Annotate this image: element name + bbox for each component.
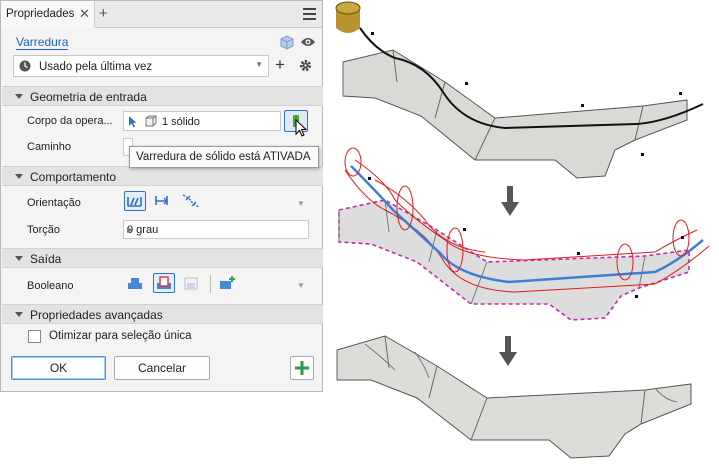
optimize-label: Otimizar para seleção única	[49, 330, 192, 342]
orientation-path-button[interactable]	[124, 191, 146, 211]
orientation-fixed-icon	[155, 196, 168, 205]
section-behavior[interactable]: Comportamento	[2, 166, 323, 186]
properties-panel: Propriedades ✕ + Varredura Usado pela úl…	[0, 0, 323, 392]
tooltip: Varredura de sólido está ATIVADA	[129, 146, 319, 168]
ok-button[interactable]: OK	[11, 356, 106, 380]
cube-icon[interactable]	[279, 34, 295, 53]
orientation-guide-button[interactable]	[181, 192, 203, 212]
optimize-checkbox[interactable]	[28, 330, 41, 343]
orientation-label: Orientação	[27, 197, 81, 209]
chevron-down-icon[interactable]: ▼	[297, 281, 305, 290]
profile-label: Corpo da opera...	[27, 115, 113, 127]
section-title: Saída	[30, 252, 62, 266]
chevron-right-icon[interactable]: ▶	[127, 225, 305, 234]
intersect-icon	[184, 277, 198, 290]
chevron-down-icon: ▼	[255, 60, 263, 69]
new-solid-icon	[220, 276, 235, 289]
cancel-button[interactable]: Cancelar	[114, 356, 210, 380]
sweep-input-model	[335, 1, 704, 179]
close-icon[interactable]: ✕	[79, 6, 90, 22]
cut-icon	[157, 276, 171, 289]
tab-properties[interactable]: Propriedades ✕	[1, 1, 95, 28]
boolean-label: Booleano	[27, 280, 74, 292]
collapse-triangle-icon	[15, 256, 23, 261]
orientation-path-icon	[127, 197, 142, 207]
collapse-triangle-icon	[15, 174, 23, 179]
sweep-illustration	[335, 1, 710, 459]
solid-body-icon	[145, 115, 157, 130]
intersect-button[interactable]	[181, 274, 203, 294]
add-tab-button[interactable]: +	[99, 5, 108, 22]
divider	[210, 275, 211, 293]
collapse-triangle-icon	[15, 94, 23, 99]
twist-label: Torção	[27, 224, 61, 236]
down-arrow-icon	[499, 336, 517, 366]
preset-value: Usado pela última vez	[39, 61, 153, 73]
orientation-guide-icon	[182, 194, 200, 208]
plus-icon	[295, 361, 309, 375]
command-title: Varredura	[16, 35, 69, 50]
preset-dropdown[interactable]: Usado pela última vez ▼	[13, 55, 269, 77]
section-output[interactable]: Saída	[2, 248, 323, 268]
profile-selector[interactable]: 1 sólido	[123, 111, 281, 131]
section-title: Propriedades avançadas	[30, 308, 163, 322]
clock-icon	[19, 60, 31, 75]
down-arrow-icon	[501, 186, 519, 216]
sweep-preview-model	[338, 147, 710, 321]
select-arrow-icon	[128, 115, 138, 131]
join-button[interactable]	[125, 274, 147, 294]
gear-icon[interactable]	[299, 59, 312, 75]
join-icon	[128, 278, 142, 289]
section-advanced[interactable]: Propriedades avançadas	[2, 304, 323, 324]
hamburger-menu-icon[interactable]	[303, 8, 316, 20]
eye-icon[interactable]	[300, 36, 316, 51]
section-title: Geometria de entrada	[30, 90, 147, 104]
orientation-fixed-button[interactable]	[153, 192, 175, 212]
twist-input[interactable]: 0 grau ▶	[123, 220, 309, 239]
tab-label: Propriedades	[6, 8, 75, 20]
section-input-geometry[interactable]: Geometria de entrada	[2, 86, 323, 106]
mouse-cursor-icon	[295, 118, 308, 140]
new-solid-button[interactable]	[217, 274, 239, 294]
section-title: Comportamento	[30, 170, 117, 184]
tab-bar: Propriedades ✕ +	[1, 1, 322, 28]
path-label: Caminho	[27, 141, 72, 153]
collapse-triangle-icon	[15, 312, 23, 317]
add-preset-button[interactable]: +	[275, 56, 285, 74]
apply-button[interactable]	[290, 356, 314, 380]
chevron-down-icon[interactable]: ▼	[297, 199, 305, 208]
cut-button[interactable]	[153, 273, 175, 293]
profile-value: 1 sólido	[162, 116, 200, 128]
